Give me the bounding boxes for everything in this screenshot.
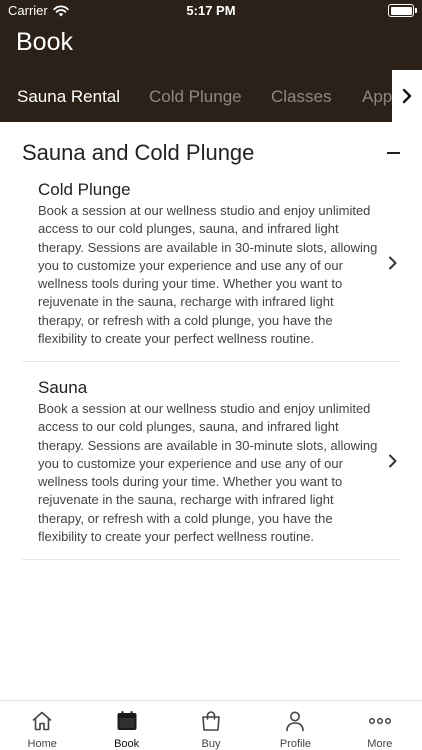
tabbar-label: Profile — [279, 738, 312, 750]
list-item-title: Cold Plunge — [38, 180, 131, 199]
tabbar-item-more[interactable]: More — [338, 701, 422, 750]
tabbar-item-profile[interactable]: Profile — [253, 701, 337, 750]
tabbar-label: Buy — [201, 738, 221, 750]
category-tabs: Sauna Rental Cold Plunge Classes Appoint… — [0, 70, 392, 122]
content-area: Sauna and Cold Plunge Cold Plunge Book a… — [0, 122, 422, 700]
status-bar: Carrier 5:17 PM — [0, 0, 422, 22]
chevron-right-icon — [389, 454, 397, 468]
tabbar-label: Home — [27, 738, 57, 750]
chevron-right-icon — [389, 256, 397, 270]
person-icon — [286, 711, 305, 732]
list-item-title: Sauna — [38, 378, 88, 397]
tabs-scroll-right-button[interactable] — [392, 70, 422, 122]
calendar-icon — [117, 711, 137, 730]
more-icon — [368, 717, 391, 725]
list-item-cold-plunge[interactable]: Cold Plunge Book a session at our wellne… — [22, 180, 400, 362]
tabbar-item-home[interactable]: Home — [0, 701, 84, 750]
tabbar-item-book[interactable]: Book — [84, 701, 168, 750]
section-title: Sauna and Cold Plunge — [22, 140, 255, 165]
status-time: 5:17 PM — [186, 3, 236, 18]
tabbar-label: Book — [114, 738, 140, 750]
page-title: Book — [16, 28, 73, 56]
shopping-bag-icon — [202, 711, 220, 731]
tabbar-item-buy[interactable]: Buy — [169, 701, 253, 750]
tab-sauna-rental[interactable]: Sauna Rental — [17, 87, 120, 107]
bottom-tab-bar: Home Book Buy Profile More — [0, 700, 422, 750]
battery-icon — [388, 4, 417, 17]
tab-classes[interactable]: Classes — [271, 87, 331, 107]
home-icon — [32, 711, 52, 731]
app-header: Carrier 5:17 PM Book Sauna Rental Cold P… — [0, 0, 422, 122]
chevron-right-icon — [402, 88, 412, 104]
tab-cold-plunge[interactable]: Cold Plunge — [149, 87, 242, 107]
list-item-sauna[interactable]: Sauna Book a session at our wellness stu… — [22, 378, 400, 560]
collapse-section-button[interactable] — [387, 152, 400, 154]
tab-appointments[interactable]: Appointments — [362, 87, 392, 107]
list-item-description: Book a session at our wellness studio an… — [38, 203, 378, 347]
tabbar-label: More — [367, 738, 393, 750]
list-item-description: Book a session at our wellness studio an… — [38, 401, 378, 545]
